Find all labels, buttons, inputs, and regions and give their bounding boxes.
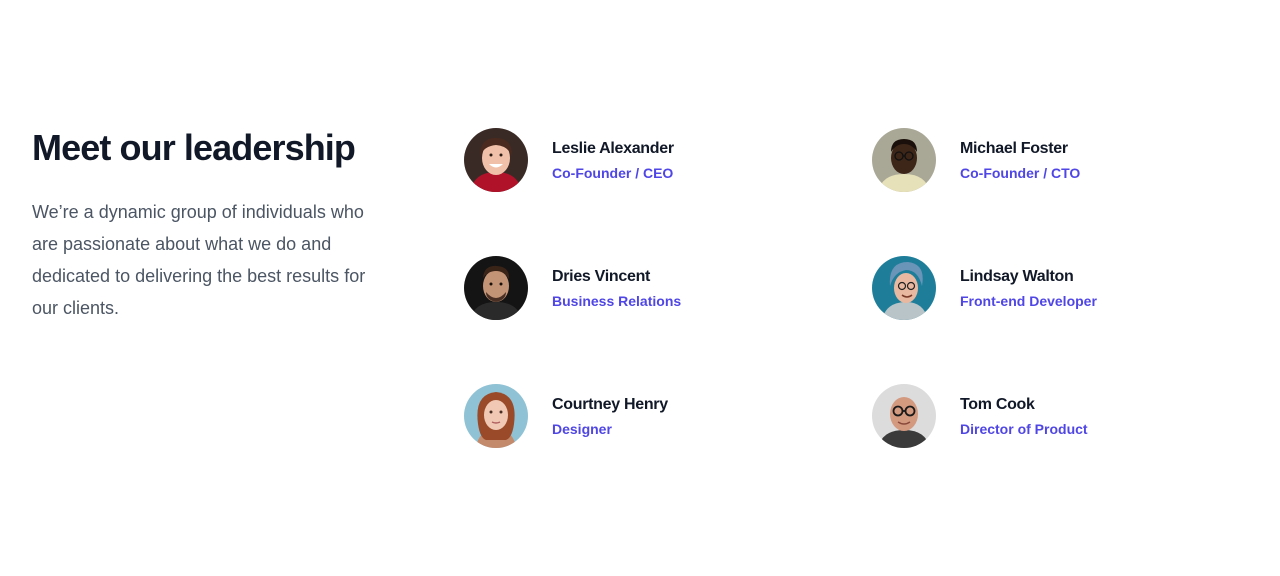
person-lindsay-walton: Lindsay Walton Front-end Developer <box>872 256 1248 320</box>
team-intro: Meet our leadership We’re a dynamic grou… <box>32 126 392 324</box>
person-michael-foster: Michael Foster Co-Founder / CTO <box>872 128 1248 192</box>
person-role: Designer <box>552 421 612 437</box>
person-role: Director of Product <box>960 421 1088 437</box>
person-role: Business Relations <box>552 293 682 309</box>
person-name: Leslie Alexander <box>552 140 674 157</box>
section-description: We’re a dynamic group of individuals who… <box>32 202 366 318</box>
person-tom-cook: Tom Cook Director of Product <box>872 384 1248 448</box>
person-name: Lindsay Walton <box>960 268 1074 285</box>
avatar <box>872 384 936 448</box>
section-title: Meet our leadership <box>32 127 356 168</box>
person-role: Co-Founder / CEO <box>552 165 674 181</box>
person-name: Tom Cook <box>960 396 1035 413</box>
person-name: Dries Vincent <box>552 268 651 285</box>
person-dries-vincent: Dries Vincent Business Relations <box>464 256 872 320</box>
person-role: Front-end Developer <box>960 293 1097 309</box>
person-name: Michael Foster <box>960 140 1068 157</box>
person-courtney-henry: Courtney Henry Designer <box>464 384 872 448</box>
avatar <box>464 128 528 192</box>
team-section: Meet our leadership We’re a dynamic grou… <box>0 0 1280 576</box>
person-name: Courtney Henry <box>552 396 668 413</box>
avatar <box>464 256 528 320</box>
person-leslie-alexander: Leslie Alexander Co-Founder / CEO <box>464 128 872 192</box>
person-role: Co-Founder / CTO <box>960 165 1081 181</box>
avatar <box>872 128 936 192</box>
avatar <box>872 256 936 320</box>
avatar <box>464 384 528 448</box>
people-list: Leslie Alexander Co-Founder / CEO Michae… <box>464 128 1248 448</box>
